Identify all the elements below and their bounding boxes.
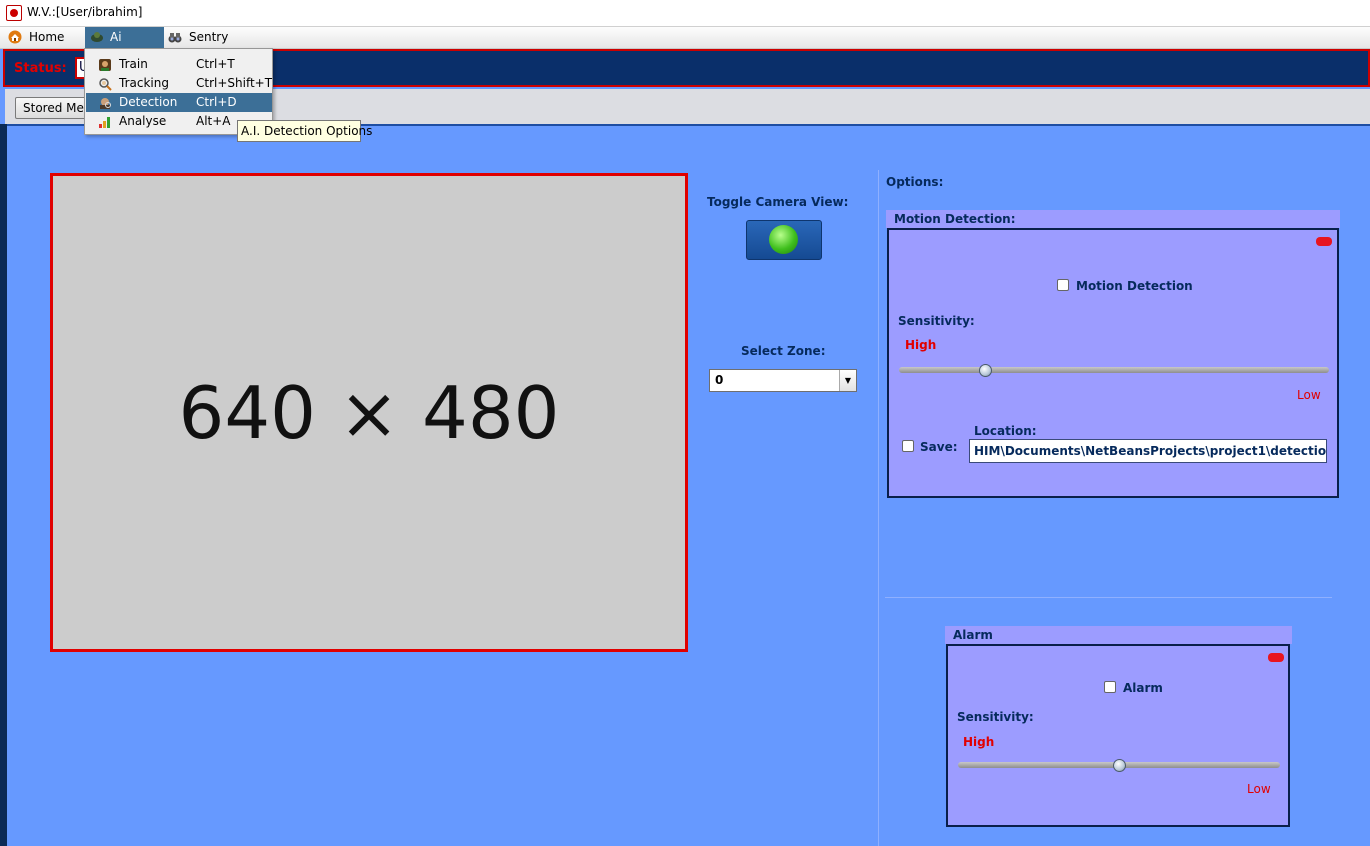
- menu-item-train-label: Train: [119, 57, 148, 71]
- menu-sentry[interactable]: Sentry: [168, 27, 238, 48]
- menu-home-label: Home: [29, 30, 65, 44]
- alarm-checkbox-label: Alarm: [1123, 681, 1163, 695]
- menu-item-analyse-shortcut: Alt+A: [196, 114, 231, 128]
- save-checkbox[interactable]: [902, 440, 914, 452]
- camera-view: 640 × 480: [50, 173, 688, 652]
- red-indicator-icon: [1268, 653, 1284, 662]
- status-label: Status:: [14, 61, 67, 76]
- chevron-down-icon[interactable]: ▼: [839, 370, 856, 391]
- train-icon: [99, 59, 111, 71]
- select-zone-label: Select Zone:: [741, 344, 826, 358]
- motion-sensitivity-slider[interactable]: [899, 367, 1329, 373]
- alarm-high-label: High: [963, 735, 995, 749]
- home-icon: [8, 30, 22, 44]
- motion-detection-checkbox[interactable]: [1057, 279, 1069, 291]
- motion-slider-thumb[interactable]: [979, 364, 992, 377]
- camera-placeholder-text: 640 × 480: [178, 370, 560, 455]
- menu-item-analyse-label: Analyse: [119, 114, 167, 128]
- menu-item-tracking-label: Tracking: [119, 76, 169, 90]
- location-field[interactable]: HIM\Documents\NetBeansProjects\project1\…: [969, 439, 1327, 463]
- menu-sentry-label: Sentry: [189, 30, 229, 44]
- green-led-icon: [769, 225, 798, 254]
- motion-high-label: High: [905, 338, 937, 352]
- motion-detection-header: Motion Detection:: [886, 210, 1340, 228]
- menu-ai-label: Ai: [110, 30, 122, 44]
- menu-bar: Home Ai Sentry: [0, 27, 1370, 49]
- alarm-sensitivity-label: Sensitivity:: [957, 710, 1034, 724]
- menu-item-detection[interactable]: Detection Ctrl+D: [86, 93, 272, 112]
- toggle-camera-label: Toggle Camera View:: [707, 195, 849, 209]
- menu-item-train[interactable]: Train Ctrl+T: [86, 55, 272, 74]
- menu-item-detection-label: Detection: [119, 95, 178, 109]
- left-border-strip: [0, 124, 7, 846]
- title-bar: W.V.:[User/ibrahim]: [0, 0, 1370, 27]
- tracking-icon: [99, 78, 112, 91]
- ai-icon: [91, 32, 103, 42]
- analyse-icon: [99, 117, 110, 128]
- options-title: Options:: [886, 175, 944, 189]
- motion-sensitivity-label: Sensitivity:: [898, 314, 975, 328]
- menu-item-detection-shortcut: Ctrl+D: [196, 95, 237, 109]
- horizontal-separator: [885, 597, 1332, 598]
- menu-item-tracking-shortcut: Ctrl+Shift+T: [196, 76, 273, 90]
- menu-ai[interactable]: Ai: [85, 27, 164, 48]
- alarm-header: Alarm: [945, 626, 1292, 644]
- menu-item-tracking[interactable]: Tracking Ctrl+Shift+T: [86, 74, 272, 93]
- menu-home[interactable]: Home: [8, 27, 78, 48]
- menu-item-train-shortcut: Ctrl+T: [196, 57, 235, 71]
- vertical-separator: [878, 170, 879, 846]
- toggle-camera-button[interactable]: [746, 220, 822, 260]
- zone-select[interactable]: 0 ▼: [709, 369, 857, 392]
- alarm-slider-thumb[interactable]: [1113, 759, 1126, 772]
- alarm-low-label: Low: [1247, 782, 1271, 796]
- detection-icon: [100, 98, 111, 109]
- location-label: Location:: [974, 424, 1037, 438]
- binoculars-icon: [168, 33, 182, 43]
- window-title: W.V.:[User/ibrahim]: [27, 5, 143, 19]
- zone-select-value: 0: [715, 373, 724, 387]
- motion-detection-checkbox-label: Motion Detection: [1076, 279, 1193, 293]
- red-indicator-icon: [1316, 237, 1332, 246]
- tooltip: A.I. Detection Options: [237, 120, 372, 142]
- stored-media-button[interactable]: Stored Med: [15, 97, 93, 119]
- alarm-checkbox[interactable]: [1104, 681, 1116, 693]
- app-icon: [6, 5, 22, 21]
- motion-low-label: Low: [1297, 388, 1321, 402]
- alarm-panel: Alarm Sensitivity: High Low: [946, 644, 1290, 827]
- save-label: Save:: [920, 440, 958, 454]
